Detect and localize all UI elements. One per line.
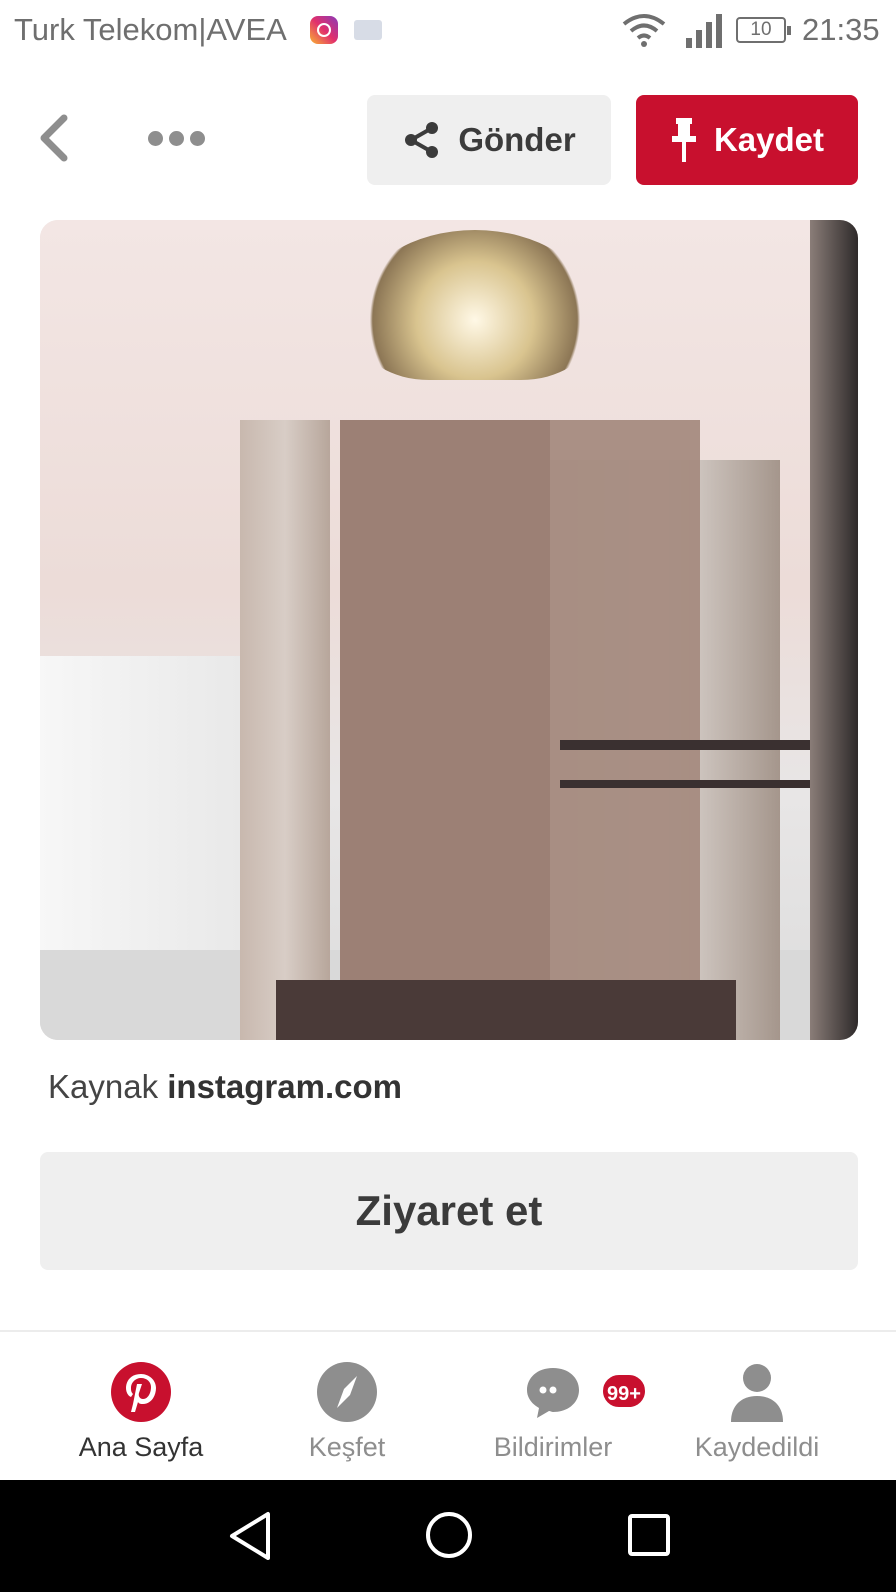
home-circle-icon[interactable] — [424, 1510, 474, 1560]
person-icon — [731, 1364, 783, 1422]
wifi-icon — [622, 14, 666, 47]
nav-label-explore: Keşfet — [308, 1432, 386, 1462]
source-line[interactable]: Kaynak instagram.com — [48, 1068, 402, 1106]
image-frame-left — [240, 420, 330, 1040]
back-triangle-icon[interactable] — [226, 1510, 274, 1562]
image-chandelier — [360, 230, 590, 380]
nav-item-saved[interactable]: Kaydedildi — [652, 1332, 862, 1480]
share-icon — [405, 122, 439, 158]
save-label: Kaydet — [713, 121, 825, 158]
nav-label-saved: Kaydedildi — [694, 1432, 820, 1462]
nav-item-notifications[interactable]: 99+ Bildirimler — [448, 1332, 658, 1480]
visit-button[interactable]: Ziyaret et — [40, 1152, 858, 1270]
nav-item-explore[interactable]: Keşfet — [242, 1332, 452, 1480]
chevron-left-icon[interactable] — [32, 112, 78, 164]
visit-label: Ziyaret et — [355, 1187, 543, 1234]
mail-icon — [354, 20, 382, 40]
image-dark-edge — [810, 220, 858, 1040]
instagram-icon — [310, 16, 338, 44]
battery-icon: 10 — [736, 17, 791, 43]
source-domain[interactable]: instagram.com — [167, 1068, 402, 1105]
more-horizontal-icon[interactable] — [148, 128, 212, 150]
image-base — [276, 980, 736, 1040]
save-button[interactable]: Kaydet — [636, 95, 858, 185]
android-navigation-bar — [0, 1480, 896, 1592]
nav-label-home: Ana Sayfa — [78, 1432, 204, 1462]
image-shelf — [560, 740, 820, 750]
notification-badge: 99+ — [600, 1372, 648, 1410]
pin-image[interactable] — [40, 220, 858, 1040]
signal-icon — [686, 14, 722, 48]
image-shelf — [560, 780, 820, 788]
bottom-nav: Ana Sayfa Keşfet 99+ Bildirimler Kaydedi… — [0, 1330, 896, 1480]
source-label: Kaynak — [48, 1068, 159, 1105]
image-mirror-shadow — [340, 420, 550, 980]
pin-icon — [671, 118, 696, 162]
chat-bubble-icon — [527, 1368, 579, 1418]
carrier-name: Turk Telekom|AVEA — [14, 12, 287, 47]
compass-icon — [317, 1362, 377, 1422]
nav-label-notifications: Bildirimler — [493, 1432, 613, 1462]
pinterest-icon — [111, 1362, 171, 1422]
status-bar: Turk Telekom|AVEA 10 21:35 — [0, 0, 896, 62]
nav-item-home[interactable]: Ana Sayfa — [36, 1332, 246, 1480]
send-button[interactable]: Gönder — [367, 95, 611, 185]
clock: 21:35 — [802, 12, 880, 47]
recents-square-icon[interactable] — [626, 1512, 672, 1558]
send-label: Gönder — [458, 121, 576, 158]
